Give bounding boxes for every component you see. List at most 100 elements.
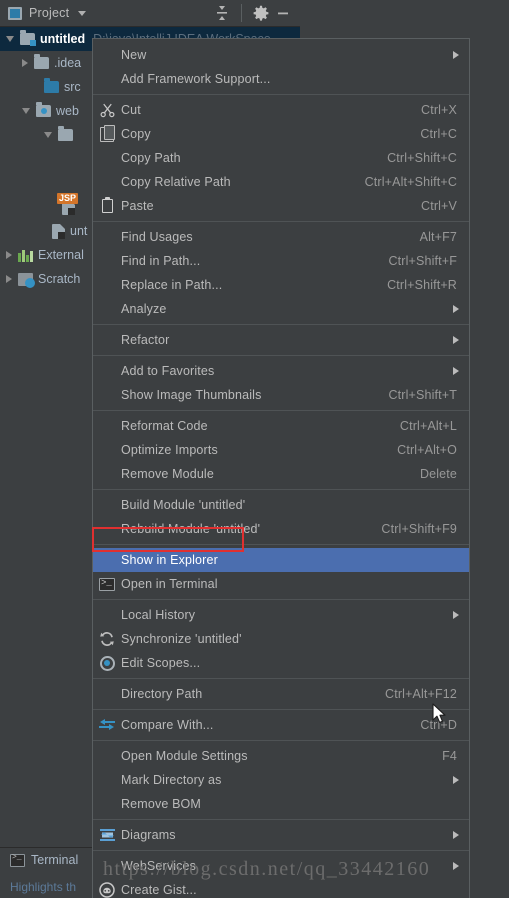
menu-item-label: Local History xyxy=(121,608,196,622)
menu-item-copy-relative-path[interactable]: Copy Relative Path Ctrl+Alt+Shift+C xyxy=(93,170,469,194)
menu-item-new[interactable]: New xyxy=(93,43,469,67)
gist-icon xyxy=(93,882,121,898)
chevron-down-icon[interactable] xyxy=(6,36,14,42)
menu-item-label: Show Image Thumbnails xyxy=(121,388,262,402)
menu-item-label: Find Usages xyxy=(121,230,193,244)
menu-item-local-history[interactable]: Local History xyxy=(93,603,469,627)
menu-item-copy[interactable]: Copy Ctrl+C xyxy=(93,122,469,146)
menu-item-label: Mark Directory as xyxy=(121,773,222,787)
menu-item-label: Copy xyxy=(121,127,151,141)
project-title-group[interactable]: Project xyxy=(0,6,87,20)
menu-item-paste[interactable]: Paste Ctrl+V xyxy=(93,194,469,218)
menu-item-show-image-thumbnails[interactable]: Show Image Thumbnails Ctrl+Shift+T xyxy=(93,383,469,407)
menu-separator xyxy=(93,819,469,820)
menu-item-label: Replace in Path... xyxy=(121,278,223,292)
menu-item-add-framework-support[interactable]: Add Framework Support... xyxy=(93,67,469,91)
tree-label-idea: .idea xyxy=(54,56,82,70)
menu-item-label: Copy Relative Path xyxy=(121,175,231,189)
context-menu[interactable]: New Add Framework Support... Cut Ctrl+X Copy… xyxy=(92,38,470,898)
menu-item-label: Remove BOM xyxy=(121,797,201,811)
compare-icon xyxy=(93,718,121,732)
tree-label-untitled-file: unt xyxy=(70,224,88,238)
menu-separator xyxy=(93,355,469,356)
menu-item-synchronize-untitled[interactable]: Synchronize 'untitled' xyxy=(93,627,469,651)
chevron-right-icon[interactable] xyxy=(6,275,12,283)
menu-item-replace-in-path[interactable]: Replace in Path... Ctrl+Shift+R xyxy=(93,273,469,297)
chevron-right-icon[interactable] xyxy=(22,59,28,67)
menu-item-find-in-path[interactable]: Find in Path... Ctrl+Shift+F xyxy=(93,249,469,273)
source-folder-icon xyxy=(44,78,59,93)
menu-item-shortcut: Ctrl+X xyxy=(421,103,457,117)
menu-item-remove-module[interactable]: Remove Module Delete xyxy=(93,462,469,486)
menu-item-directory-path[interactable]: Directory Path Ctrl+Alt+F12 xyxy=(93,682,469,706)
menu-item-mark-directory-as[interactable]: Mark Directory as xyxy=(93,768,469,792)
menu-item-label: Add Framework Support... xyxy=(121,72,271,86)
terminal-icon xyxy=(10,853,25,867)
menu-item-label: Compare With... xyxy=(121,718,214,732)
web-folder-icon xyxy=(36,102,51,117)
chevron-right-icon[interactable] xyxy=(6,251,12,259)
menu-item-build-module-untitled[interactable]: Build Module 'untitled' xyxy=(93,493,469,517)
menu-item-label: Analyze xyxy=(121,302,167,316)
paste-icon xyxy=(93,196,121,213)
minimize-icon[interactable] xyxy=(272,2,294,24)
menu-item-optimize-imports[interactable]: Optimize Imports Ctrl+Alt+O xyxy=(93,438,469,462)
tree-label-web: web xyxy=(56,104,79,118)
menu-item-compare-with[interactable]: Compare With... Ctrl+D xyxy=(93,713,469,737)
menu-item-shortcut: Ctrl+C xyxy=(420,127,457,141)
menu-item-label: Paste xyxy=(121,199,154,213)
menu-item-label: Find in Path... xyxy=(121,254,201,268)
collapse-all-icon[interactable] xyxy=(211,2,233,24)
scissors-icon xyxy=(93,103,121,118)
menu-item-refactor[interactable]: Refactor xyxy=(93,328,469,352)
diagram-icon xyxy=(93,828,121,842)
menu-item-rebuild-module-untitled[interactable]: Rebuild Module 'untitled' Ctrl+Shift+F9 xyxy=(93,517,469,541)
terminal-tab-label: Terminal xyxy=(31,853,79,867)
menu-item-open-in-terminal[interactable]: Open in Terminal xyxy=(93,572,469,596)
module-folder-icon xyxy=(20,30,36,46)
copy-icon xyxy=(93,124,121,142)
submenu-arrow-icon xyxy=(453,776,459,784)
menu-separator xyxy=(93,489,469,490)
menu-item-webservices[interactable]: WebServices xyxy=(93,854,469,878)
menu-item-create-gist[interactable]: Create Gist... xyxy=(93,878,469,898)
tree-label-scratches: Scratch xyxy=(38,272,81,286)
menu-item-edit-scopes[interactable]: Edit Scopes... xyxy=(93,651,469,675)
scopes-icon xyxy=(93,655,121,671)
menu-item-shortcut: Alt+F7 xyxy=(419,230,457,244)
menu-item-remove-bom[interactable]: Remove BOM xyxy=(93,792,469,816)
menu-item-reformat-code[interactable]: Reformat Code Ctrl+Alt+L xyxy=(93,414,469,438)
jsp-file-badge: JSP xyxy=(57,193,79,204)
gear-icon[interactable] xyxy=(250,2,272,24)
menu-item-open-module-settings[interactable]: Open Module Settings F4 xyxy=(93,744,469,768)
chevron-down-icon[interactable] xyxy=(44,132,52,138)
folder-icon xyxy=(58,126,73,141)
tool-window-actions xyxy=(211,0,294,26)
submenu-arrow-icon xyxy=(453,336,459,344)
menu-item-label: New xyxy=(121,48,147,62)
menu-item-diagrams[interactable]: Diagrams xyxy=(93,823,469,847)
menu-item-find-usages[interactable]: Find Usages Alt+F7 xyxy=(93,225,469,249)
tree-label-external-libraries: External xyxy=(38,248,84,262)
submenu-arrow-icon xyxy=(453,305,459,313)
menu-item-label: Diagrams xyxy=(121,828,176,842)
menu-item-label: Refactor xyxy=(121,333,170,347)
menu-item-show-in-explorer[interactable]: Show in Explorer xyxy=(93,548,469,572)
menu-separator xyxy=(93,410,469,411)
menu-item-shortcut: Ctrl+Shift+T xyxy=(388,388,457,402)
menu-item-add-to-favorites[interactable]: Add to Favorites xyxy=(93,359,469,383)
menu-item-copy-path[interactable]: Copy Path Ctrl+Shift+C xyxy=(93,146,469,170)
terminal-icon xyxy=(93,576,121,591)
menu-separator xyxy=(93,850,469,851)
menu-item-cut[interactable]: Cut Ctrl+X xyxy=(93,98,469,122)
menu-item-label: Add to Favorites xyxy=(121,364,215,378)
submenu-arrow-icon xyxy=(453,831,459,839)
chevron-down-icon[interactable] xyxy=(22,108,30,114)
menu-item-label: Optimize Imports xyxy=(121,443,218,457)
menu-item-label: Create Gist... xyxy=(121,883,197,897)
menu-item-shortcut: F4 xyxy=(442,749,457,763)
menu-item-shortcut: Ctrl+V xyxy=(421,199,457,213)
menu-item-analyze[interactable]: Analyze xyxy=(93,297,469,321)
menu-item-label: Remove Module xyxy=(121,467,214,481)
chevron-down-icon[interactable] xyxy=(78,10,87,16)
